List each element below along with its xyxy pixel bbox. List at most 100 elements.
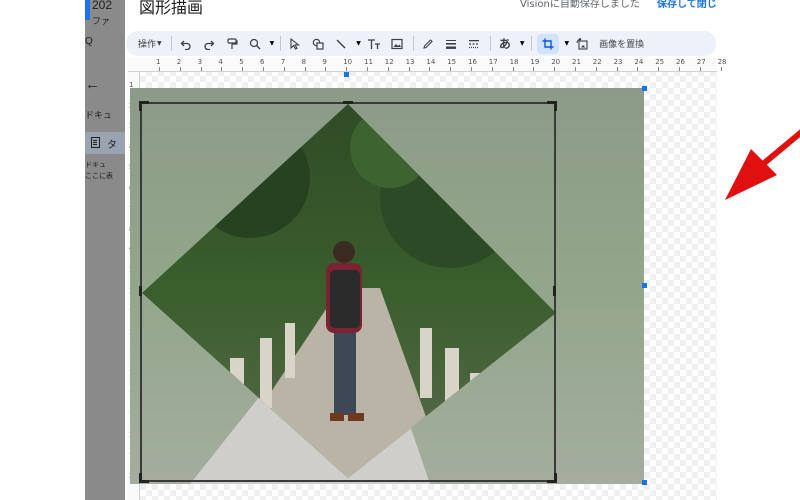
actions-menu[interactable]: 操作 ▼ [136,34,164,54]
shape-icon[interactable] [309,34,327,54]
ruler-number: 2 [176,58,182,66]
ruler-tick [595,67,597,71]
ruler-tick [200,67,202,71]
toolbar-divider [170,36,172,51]
pen-icon[interactable] [419,34,437,54]
ruler-tick [387,67,389,71]
screen: 202 ファ Q ← ドキュ タ ドキュ ここに表 図形描画 Visionに自動… [0,0,800,500]
ruler-tick [304,67,306,71]
selection-handle-top[interactable] [344,72,349,77]
text-box-icon[interactable] [365,34,383,54]
ruler-number: 4 [218,58,223,66]
ruler-number: 13 [405,58,415,66]
ruler-number: 5 [239,58,244,66]
annotation-arrow-icon [725,129,800,200]
ruler-tick [554,67,556,71]
crop-icon[interactable] [536,33,559,54]
chevron-down-icon[interactable]: ▼ [356,40,361,47]
ruler-tick [429,67,431,71]
autosave-status: Visionに自動保存しました [520,0,640,10]
ruler-number: 7 [280,58,286,66]
ruler-tick [720,67,722,71]
crop-handle-bottom-left[interactable] [139,473,149,483]
crop-handle-bottom-right[interactable] [547,473,557,483]
ruler-tick [471,67,472,71]
ruler-tick [179,67,181,71]
ruler-tick [699,67,701,71]
text-icon[interactable]: あ [496,34,514,54]
undo-icon[interactable] [177,34,195,54]
page-margin [0,0,85,500]
ruler-number: 8 [301,58,307,66]
drawing-dialog: 図形描画 Visionに自動保存しました 保存して閉じ 操作 ▼ ▼ ▼ あ ▼… [125,0,800,500]
line-icon[interactable] [332,34,350,54]
ruler-number: 18 [509,58,519,66]
drawing-canvas[interactable]: 1 2 3 4 5 6 7 8 9 10 11 12 13 14 15 16 17 18 19 20 21 22 23 24 2… [128,58,727,500]
selection-handle-bottom-right[interactable] [642,480,647,485]
back-arrow-icon: ← [85,76,100,93]
image-icon[interactable] [388,34,406,54]
crop-handle-left[interactable] [139,286,142,296]
reset-image-icon[interactable] [573,34,591,54]
outline-hint-line1: ドキュ [85,162,106,169]
doc-title-fragment: 202 [92,0,113,12]
ruler-number: 27 [696,58,706,66]
document-icon [91,137,100,148]
docs-sidebar-dimmed: 202 ファ Q ← ドキュ タ ドキュ ここに表 [85,0,125,500]
ruler-tick [367,67,368,71]
ruler-tick [450,67,452,71]
ruler-tick [679,67,680,71]
ruler-tick [221,67,223,71]
ruler-tick [263,67,264,71]
toolbar-divider [489,36,491,51]
ruler-number: 25 [655,58,665,66]
redo-icon[interactable] [200,34,218,54]
save-and-close-button[interactable]: 保存して閉じ [657,0,717,10]
chevron-down-icon[interactable]: ▼ [270,40,275,47]
horizontal-ruler: 1 2 3 4 5 6 7 8 9 10 11 12 13 14 15 16 17 18 19 20 21 22 23 24 2… [128,58,727,72]
select-icon[interactable] [286,34,304,54]
ruler-tick [575,67,576,71]
selection-handle-top-right[interactable] [642,86,647,91]
selection-handle-right[interactable] [642,283,647,288]
ruler-tick [159,67,160,71]
ruler-number: 3 [197,58,203,66]
actions-menu-label: 操作 [138,40,157,50]
dialog-title: 図形描画 [139,0,204,17]
line-weight-icon[interactable] [442,34,460,54]
ruler-number: 1 [156,58,161,66]
ruler-number: 21 [572,58,581,66]
ruler-number: 14 [426,58,436,66]
chevron-down-icon[interactable]: ▼ [520,40,525,47]
toolbar-divider [280,36,282,51]
ruler-number: 23 [613,58,623,66]
chevron-down-icon: ▼ [157,40,162,47]
crop-handle-top-left[interactable] [139,101,149,111]
ruler-number: 16 [468,58,477,66]
crop-frame[interactable] [140,102,556,482]
line-dash-icon[interactable] [465,34,483,54]
outline-label: ドキュ [85,110,113,120]
drawing-toolbar: 操作 ▼ ▼ ▼ あ ▼ ▼ 画像を置換 [126,31,716,56]
zoom-icon[interactable] [246,34,264,54]
outline-hint-line2: ここに表 [85,173,113,180]
ruler-number: 28 [717,58,727,66]
crop-handle-top[interactable] [343,101,353,104]
ruler-tick [242,67,244,71]
toolbar-divider [412,36,414,51]
ruler-tick [512,67,514,71]
search-icon: Q [85,36,93,47]
paint-format-icon[interactable] [223,34,241,54]
chevron-down-icon[interactable]: ▼ [565,40,570,47]
replace-image-button[interactable]: 画像を置換 [599,37,644,50]
ruler-number: 10 [343,58,353,66]
ruler-number: 22 [592,58,602,66]
crop-handle-top-right[interactable] [547,101,557,111]
ruler-tick [637,67,639,71]
ruler-number: 20 [551,58,561,66]
crop-handle-right[interactable] [553,286,556,296]
docs-logo [85,0,90,20]
ruler-tick [325,67,327,71]
ruler-tick [283,67,285,71]
ruler-tick [408,67,410,71]
